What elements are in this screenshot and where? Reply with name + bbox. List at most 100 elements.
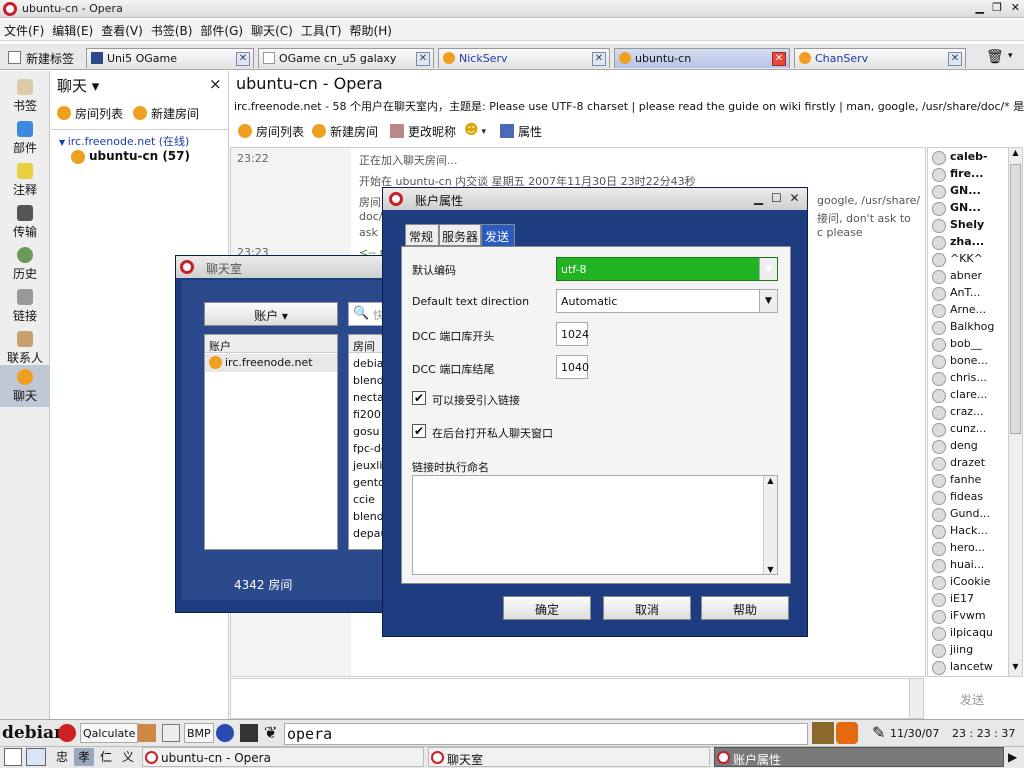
minimize-icon[interactable]: ▁ <box>751 191 766 206</box>
close-tab-icon[interactable]: ✕ <box>592 52 606 66</box>
sidebar-item-transfers[interactable]: 传输 <box>0 201 50 243</box>
scroll-up-icon[interactable]: ▲ <box>1009 148 1022 162</box>
tab-server[interactable]: 服务器 <box>439 224 481 246</box>
restore-icon[interactable]: ❐ <box>992 1 1002 14</box>
ime-yi[interactable]: 义 <box>118 748 138 766</box>
taskbar-arrow-icon[interactable]: ▶ <box>1008 750 1017 764</box>
app-launcher-icon[interactable] <box>58 724 76 742</box>
sidebar-item-bookmarks[interactable]: 书签 <box>0 75 50 117</box>
close-tab-icon[interactable]: ✕ <box>416 52 430 66</box>
close-tab-icon[interactable]: ✕ <box>948 52 962 66</box>
properties-button[interactable]: 属性 <box>500 123 542 140</box>
minimize-icon[interactable]: ▁ <box>976 1 984 14</box>
terminal-icon[interactable] <box>240 724 258 742</box>
sidebar-item-history[interactable]: 历史 <box>0 243 50 285</box>
taskbar-window-account[interactable]: 账户属性 <box>714 747 1004 767</box>
window-list-icon[interactable] <box>26 748 46 766</box>
dcc-end-field[interactable]: 1040 <box>556 355 589 379</box>
sidebar-item-chat[interactable]: 聊天 <box>0 365 50 407</box>
room-row[interactable]: ccie <box>353 493 375 506</box>
command-label: 链接时执行命名 <box>412 461 489 474</box>
message-input[interactable] <box>230 678 924 719</box>
help-button[interactable]: 帮助 <box>701 596 789 620</box>
menu-widgets[interactable]: 部件(G) <box>196 19 247 39</box>
tab-chanserv[interactable]: ChanServ ✕ <box>794 48 966 68</box>
tab-nickserv[interactable]: NickServ ✕ <box>438 48 610 68</box>
pen-icon[interactable]: ✎ <box>872 723 885 742</box>
channel-node[interactable]: ubuntu-cn (57) <box>71 149 190 164</box>
debian-logo[interactable]: debian <box>2 723 66 743</box>
new-tab-button[interactable]: 新建标签 <box>4 48 78 68</box>
sidebar-item-contacts[interactable]: 联系人 <box>0 327 50 369</box>
close-icon[interactable]: ✕ <box>1011 1 1020 14</box>
close-icon[interactable]: × <box>209 75 222 93</box>
bmp-launcher[interactable]: BMP <box>184 723 214 743</box>
ime-xiao[interactable]: 孝 <box>74 748 94 766</box>
sidebar-item-links[interactable]: 链接 <box>0 285 50 327</box>
scrollbar[interactable]: ▲ ▼ <box>1008 148 1022 676</box>
menu-bookmarks[interactable]: 书签(B) <box>147 19 197 39</box>
tab-general[interactable]: 常规 <box>405 224 439 246</box>
room-list-toolbar-button[interactable]: 房间列表 <box>238 123 304 140</box>
trash-icon[interactable]: 🗑 <box>986 49 1006 65</box>
cancel-button[interactable]: 取消 <box>603 596 691 620</box>
scrollbar-thumb[interactable] <box>1010 164 1021 434</box>
dcc-start-field[interactable]: 1024 <box>556 322 589 346</box>
address-input[interactable]: opera <box>284 723 808 745</box>
panel-title[interactable]: 聊天 ▾ <box>57 75 99 96</box>
user-icon <box>932 355 946 369</box>
menu-edit[interactable]: 编辑(E) <box>48 19 97 39</box>
scroll-down-icon[interactable]: ▼ <box>764 565 777 574</box>
user-icon <box>932 168 946 182</box>
sidebar-item-notes[interactable]: 注释 <box>0 159 50 201</box>
menu-tools[interactable]: 工具(T) <box>297 19 346 39</box>
input-scrollbar[interactable] <box>909 679 923 718</box>
direction-select[interactable]: Automatic ▼ <box>556 289 778 313</box>
maximize-icon[interactable]: ☐ <box>769 191 784 206</box>
menu-file[interactable]: 文件(F) <box>0 19 48 39</box>
scroll-down-icon[interactable]: ▼ <box>1009 662 1022 676</box>
paw-icon[interactable]: ❦ <box>264 723 277 742</box>
account-button[interactable]: 账户 ▾ <box>204 302 338 326</box>
qalculate-launcher[interactable]: Qalculate <box>80 723 139 743</box>
menu-help[interactable]: 帮助(H) <box>346 19 396 39</box>
open-private-checkbox[interactable]: ✔ <box>412 424 426 438</box>
menu-view[interactable]: 查看(V) <box>97 19 147 39</box>
ime-zhong[interactable]: 忠 <box>52 748 72 766</box>
tab-ubuntu-cn[interactable]: ubuntu-cn ✕ <box>614 48 790 68</box>
close-tab-icon[interactable]: ✕ <box>772 52 786 66</box>
menu-chat[interactable]: 聊天(C) <box>247 19 297 39</box>
command-textarea[interactable]: ▲ ▼ <box>412 475 778 575</box>
taskbar-window-chatrooms[interactable]: 聊天室 <box>428 747 710 767</box>
sidebar-item-widgets[interactable]: 部件 <box>0 117 50 159</box>
show-desktop-icon[interactable] <box>4 748 22 766</box>
tray-icon[interactable] <box>812 722 834 744</box>
new-room-button[interactable]: 新建房间 <box>133 105 199 122</box>
send-button[interactable]: 发送 <box>960 691 984 708</box>
room-row[interactable]: gosu <box>353 425 379 438</box>
tool-icon[interactable] <box>138 724 156 742</box>
globe-icon[interactable] <box>216 724 234 742</box>
encoding-select[interactable]: utf-8 ▼ <box>556 257 778 281</box>
tray-icon[interactable] <box>836 722 858 744</box>
ok-button[interactable]: 确定 <box>503 596 591 620</box>
tab-ogame-galaxy[interactable]: OGame cn_u5 galaxy ✕ <box>258 48 434 68</box>
tab-uni5-ogame[interactable]: Uni5 OGame ✕ <box>86 48 254 68</box>
accept-incoming-checkbox[interactable]: ✔ <box>412 391 426 405</box>
editor-icon[interactable] <box>162 724 180 742</box>
taskbar-window-opera[interactable]: ubuntu-cn - Opera <box>142 747 424 767</box>
tab-send[interactable]: 发送 <box>481 224 515 248</box>
user-icon <box>932 185 946 199</box>
account-row[interactable]: irc.freenode.net <box>205 354 337 372</box>
room-list-button[interactable]: 房间列表 <box>57 105 123 122</box>
close-tab-icon[interactable]: ✕ <box>236 52 250 66</box>
scrollbar[interactable]: ▲ ▼ <box>763 476 777 574</box>
smiley-icon[interactable]: ☻ ▾ <box>464 122 486 138</box>
server-node[interactable]: ▼ irc.freenode.net (在线) <box>59 133 189 149</box>
change-nick-button[interactable]: 更改昵称 <box>390 123 456 140</box>
new-room-toolbar-button[interactable]: 新建房间 <box>312 123 378 140</box>
scroll-up-icon[interactable]: ▲ <box>764 476 777 485</box>
close-icon[interactable]: ✕ <box>787 191 802 206</box>
chevron-down-icon[interactable]: ▾ <box>1008 51 1013 61</box>
ime-ren[interactable]: 仁 <box>96 748 116 766</box>
